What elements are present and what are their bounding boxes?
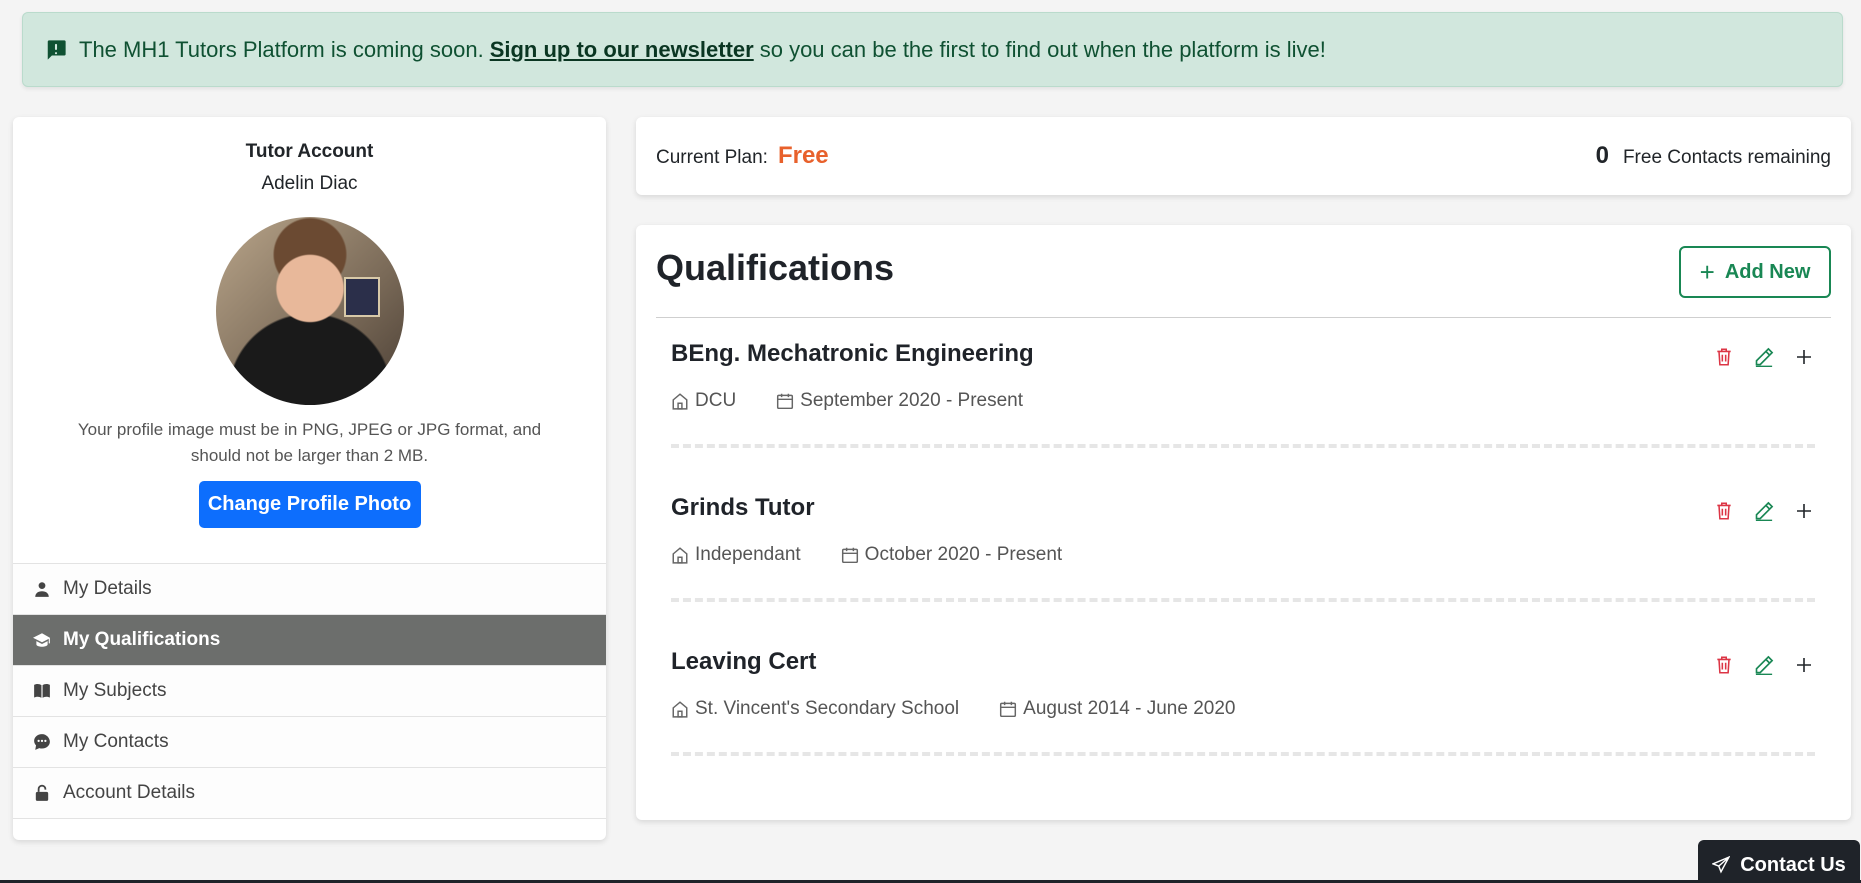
sidebar-item-my-details[interactable]: My Details (13, 564, 606, 615)
chat-icon (33, 733, 51, 751)
calendar-icon (841, 546, 859, 564)
newsletter-link[interactable]: Sign up to our newsletter (490, 37, 754, 63)
plus-icon[interactable] (1793, 346, 1815, 368)
page-title: Qualifications (656, 247, 895, 288)
current-plan-label: Current Plan: (656, 147, 768, 168)
qualifications-panel: Qualifications + Add New BEng. Mechatron… (636, 225, 1851, 820)
banner-text-after: so you can be the first to find out when… (759, 36, 1326, 62)
qualification-name: Grinds Tutor (671, 494, 815, 521)
contact-us-label: Contact Us (1740, 853, 1846, 876)
qualification-dates: September 2020 - Present (800, 390, 1024, 411)
qualification-item: BEng. Mechatronic Engineering DCU Septem… (671, 318, 1815, 448)
qualification-name: Leaving Cert (671, 648, 817, 675)
plan-summary: Current Plan: Free 0 Free Contacts remai… (636, 117, 1851, 195)
account-type: Tutor Account (245, 141, 374, 162)
sidebar-item-my-subjects[interactable]: My Subjects (13, 666, 606, 717)
lock-icon (33, 784, 51, 802)
calendar-icon (776, 392, 794, 410)
sidebar-item-label: My Contacts (63, 731, 169, 752)
pencil-icon[interactable] (1753, 346, 1775, 368)
qualification-dates: October 2020 - Present (864, 544, 1063, 565)
qualification-dates: August 2014 - June 2020 (1023, 698, 1236, 719)
person-icon (33, 580, 51, 598)
pencil-icon[interactable] (1753, 500, 1775, 522)
qualification-institution: St. Vincent's Secondary School (695, 698, 960, 719)
sidebar-item-label: Account Details (63, 782, 196, 803)
change-profile-photo-button[interactable]: Change Profile Photo (198, 481, 421, 528)
graduation-cap-icon (33, 631, 51, 649)
qualification-item: Grinds Tutor Independant October 2020 - … (671, 472, 1815, 602)
send-icon (1712, 856, 1731, 874)
sidebar-menu: My Details My Qualifications My Subjects… (13, 563, 606, 819)
avatar (215, 217, 404, 405)
book-icon (33, 682, 51, 700)
trash-icon[interactable] (1713, 654, 1735, 676)
sidebar-item-label: My Qualifications (63, 629, 221, 650)
trash-icon[interactable] (1713, 346, 1735, 368)
pencil-icon[interactable] (1753, 654, 1775, 676)
qualification-institution: Independant (695, 544, 801, 565)
profile-sidebar: Tutor Account Adelin Diac Your profile i… (13, 117, 606, 840)
qualifications-header: Qualifications + Add New (656, 225, 1831, 318)
alert-message-icon (45, 39, 67, 61)
photo-note: Your profile image must be in PNG, JPEG … (77, 420, 542, 465)
announcement-banner: The MH1 Tutors Platform is coming soon. … (22, 12, 1843, 87)
user-name: Adelin Diac (261, 173, 358, 194)
plus-icon: + (1699, 256, 1715, 287)
sidebar-item-account-details[interactable]: Account Details (13, 768, 606, 819)
qualification-item: Leaving Cert St. Vincent's Secondary Sch… (671, 626, 1815, 756)
plus-icon[interactable] (1793, 500, 1815, 522)
sidebar-item-my-qualifications[interactable]: My Qualifications (13, 615, 606, 666)
free-contacts-label: Free Contacts remaining (1622, 147, 1831, 168)
add-new-button[interactable]: + Add New (1679, 246, 1831, 298)
building-icon (671, 700, 689, 718)
trash-icon[interactable] (1713, 500, 1735, 522)
sidebar-item-my-contacts[interactable]: My Contacts (13, 717, 606, 768)
building-icon (671, 392, 689, 410)
current-plan-value: Free (777, 142, 829, 169)
qualification-name: BEng. Mechatronic Engineering (671, 340, 1034, 367)
contact-us-button[interactable]: Contact Us (1698, 840, 1860, 883)
free-contacts-count: 0 (1595, 142, 1609, 169)
add-new-label: Add New (1724, 260, 1811, 283)
banner-text: The MH1 Tutors Platform is coming soon. (79, 36, 484, 62)
sidebar-item-label: My Details (63, 578, 152, 599)
qualification-institution: DCU (695, 390, 737, 411)
calendar-icon (999, 700, 1017, 718)
sidebar-item-label: My Subjects (63, 680, 167, 701)
building-icon (671, 546, 689, 564)
plus-icon[interactable] (1793, 654, 1815, 676)
